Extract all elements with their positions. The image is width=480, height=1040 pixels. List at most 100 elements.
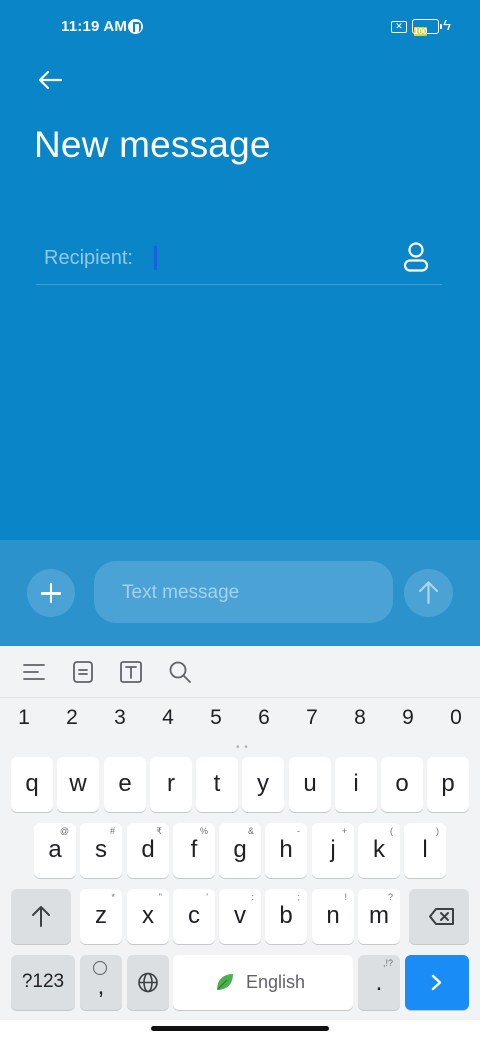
key-3[interactable]: 3: [105, 706, 135, 730]
key-hint: @: [59, 826, 69, 836]
clipboard-icon[interactable]: [70, 659, 96, 685]
space-key[interactable]: English: [173, 955, 353, 1010]
key-7[interactable]: 7: [297, 706, 327, 730]
key-z[interactable]: * z: [80, 889, 122, 944]
menu-icon[interactable]: [21, 659, 47, 685]
key-label: j: [330, 836, 336, 863]
key-hint: +: [341, 826, 347, 836]
text-message-input[interactable]: Text message: [94, 561, 393, 623]
key-hint: ): [436, 826, 439, 836]
backspace-icon: [429, 908, 454, 925]
space-label: English: [246, 972, 306, 992]
text-format-icon[interactable]: [118, 659, 144, 685]
key-l[interactable]: ) l: [404, 823, 446, 878]
status-time: 11:19 AM: [61, 18, 128, 35]
number-row: 1 2 3 4 5 6 7 8 9 0: [0, 706, 480, 736]
key-g[interactable]: & g: [219, 823, 261, 878]
contact-picker-button[interactable]: [400, 240, 432, 274]
key-c[interactable]: ' c: [173, 889, 215, 944]
home-indicator[interactable]: [151, 1026, 329, 1031]
charging-icon: ϟ: [443, 17, 451, 34]
search-icon[interactable]: [167, 659, 193, 685]
key-4[interactable]: 4: [153, 706, 183, 730]
key-label: w: [69, 770, 87, 797]
key-label: p: [441, 770, 455, 797]
key-9[interactable]: 9: [393, 706, 423, 730]
key-r[interactable]: r: [150, 757, 192, 812]
comma-key[interactable]: ,: [80, 955, 122, 1010]
key-hint: ": [158, 892, 162, 902]
key-f[interactable]: % f: [173, 823, 215, 878]
globe-icon: [138, 972, 158, 993]
keyboard-toolbar: [0, 646, 480, 698]
key-d[interactable]: ₹ d: [127, 823, 169, 878]
shift-key[interactable]: [11, 889, 71, 944]
key-label: i: [353, 770, 359, 797]
keyboard: 1 2 3 4 5 6 7 8 9 0 • • q w e r t y u i …: [0, 698, 480, 1020]
key-t[interactable]: t: [196, 757, 238, 812]
key-6[interactable]: 6: [249, 706, 279, 730]
key-label: z: [95, 902, 107, 929]
key-j[interactable]: + j: [312, 823, 354, 878]
key-label: l: [422, 836, 428, 863]
key-label: s: [95, 836, 107, 863]
key-8[interactable]: 8: [345, 706, 375, 730]
key-u[interactable]: u: [289, 757, 331, 812]
key-v[interactable]: :v: [219, 889, 261, 944]
key-label: v: [234, 902, 246, 929]
key-e[interactable]: e: [104, 757, 146, 812]
key-h[interactable]: -h: [265, 823, 307, 878]
leaf-icon: [217, 974, 233, 990]
key-hint: ?: [387, 892, 393, 902]
key-0[interactable]: 0: [441, 706, 471, 730]
key-hint: (: [390, 826, 393, 836]
recipient-label: Recipient:: [44, 247, 133, 269]
key-label: m: [369, 902, 389, 929]
key-label: f: [190, 836, 198, 863]
send-button[interactable]: [404, 569, 453, 617]
key-label: e: [118, 770, 132, 797]
chevron-right-icon: [431, 974, 442, 991]
key-a[interactable]: @ a: [34, 823, 76, 878]
attach-button[interactable]: [27, 569, 75, 617]
key-label: o: [395, 770, 409, 797]
key-k[interactable]: (k: [358, 823, 400, 878]
key-b[interactable]: ; b: [265, 889, 307, 944]
recipient-field[interactable]: Recipient:: [36, 232, 442, 285]
symbols-key[interactable]: ?123: [11, 955, 75, 1010]
key-i[interactable]: i: [335, 757, 377, 812]
back-button[interactable]: [30, 62, 70, 98]
key-label: d: [141, 836, 155, 863]
person-icon: [403, 242, 429, 272]
key-y[interactable]: y: [242, 757, 284, 812]
key-p[interactable]: p: [427, 757, 469, 812]
key-2[interactable]: 2: [57, 706, 87, 730]
key-w[interactable]: w: [57, 757, 99, 812]
key-hint: &: [247, 826, 254, 836]
key-label: x: [142, 902, 154, 929]
key-label: c: [188, 902, 200, 929]
key-o[interactable]: o: [381, 757, 423, 812]
key-hint: ;: [297, 892, 300, 902]
key-1[interactable]: 1: [9, 706, 39, 730]
backspace-key[interactable]: [409, 889, 469, 944]
language-key[interactable]: [127, 955, 169, 1010]
battery-level: 100: [414, 27, 428, 36]
arrow-up-icon: [418, 581, 439, 605]
key-label: h: [279, 836, 293, 863]
enter-key[interactable]: [405, 955, 469, 1010]
period-key[interactable]: ,!? .: [358, 955, 400, 1010]
key-label: r: [167, 770, 175, 797]
key-q[interactable]: q: [11, 757, 53, 812]
key-m[interactable]: ? m: [358, 889, 400, 944]
page-title: New message: [34, 124, 271, 165]
text-message-placeholder: Text message: [122, 582, 240, 603]
key-hint: :: [251, 892, 254, 902]
key-s[interactable]: # s: [80, 823, 122, 878]
key-hint: %: [199, 826, 208, 836]
key-label: t: [213, 770, 221, 797]
key-label: ?123: [21, 971, 65, 992]
key-x[interactable]: " x: [127, 889, 169, 944]
key-5[interactable]: 5: [201, 706, 231, 730]
key-n[interactable]: ! n: [312, 889, 354, 944]
